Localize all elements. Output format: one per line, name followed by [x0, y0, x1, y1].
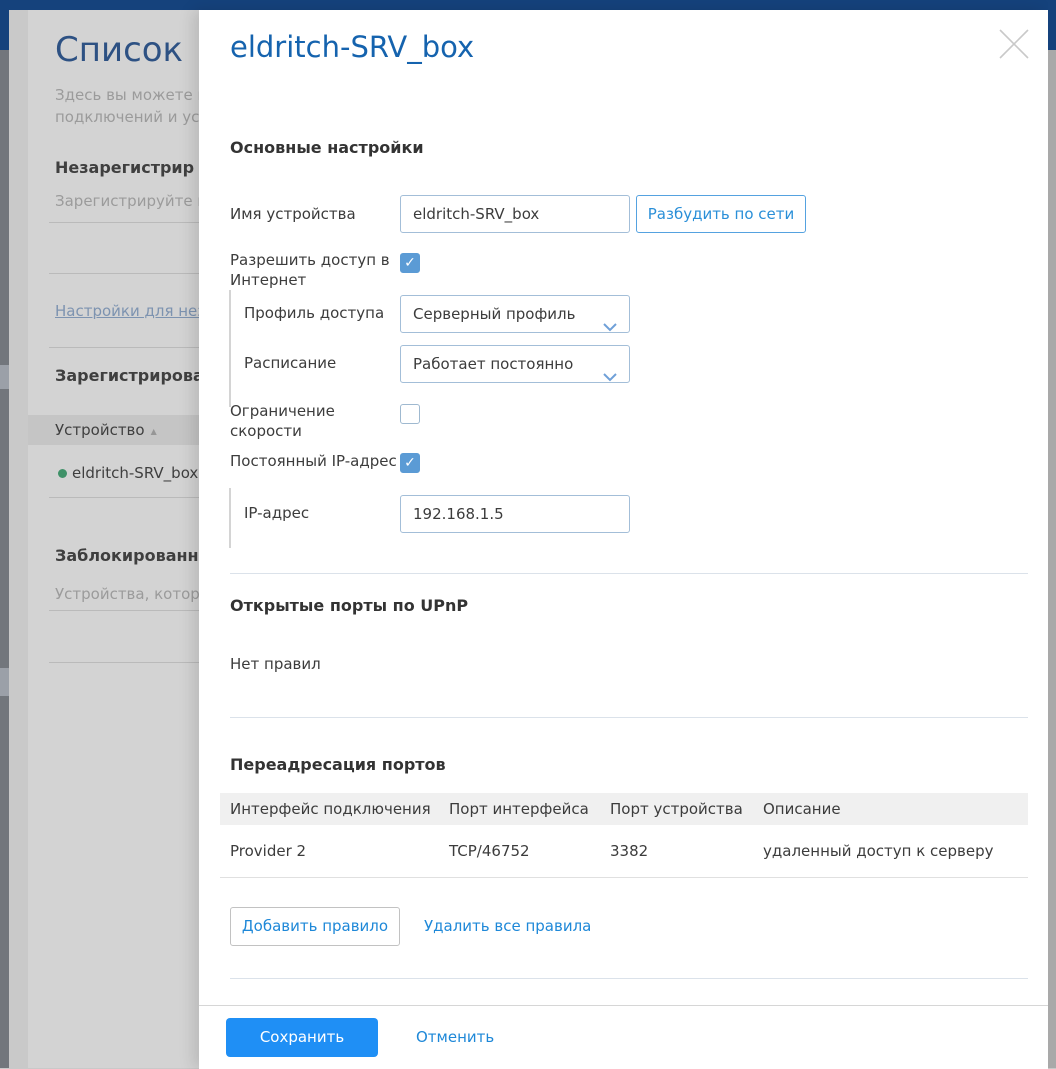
- access-profile-value: Серверный профиль: [413, 305, 576, 323]
- unregistered-settings-link[interactable]: Настройки для неза: [55, 302, 199, 320]
- divider: [49, 273, 199, 274]
- section-divider: [230, 978, 1028, 979]
- device-row-name[interactable]: eldritch-SRV_box: [72, 464, 198, 482]
- blocked-devices-text: Устройства, которы: [55, 585, 199, 603]
- page-title: Список: [55, 30, 184, 70]
- page-subtitle: Здесь вы можете по подключений и уст: [55, 84, 199, 128]
- page-subtitle-line1: Здесь вы можете по: [55, 86, 199, 104]
- left-sidebar-edge: [0, 10, 9, 1068]
- device-online-status-dot: [58, 469, 67, 478]
- divider: [49, 610, 199, 611]
- add-rule-button[interactable]: Добавить правило: [230, 907, 400, 946]
- divider: [49, 222, 199, 223]
- divider: [49, 497, 199, 498]
- access-profile-select[interactable]: Серверный профиль: [400, 295, 630, 333]
- panel-title: eldritch-SRV_box: [230, 30, 475, 64]
- indent-guide-line: [229, 488, 231, 548]
- column-header: Интерфейс подключения: [230, 800, 431, 818]
- section-divider: [230, 573, 1028, 574]
- internet-access-label: Разрешить доступ в Интернет: [230, 251, 390, 289]
- upnp-empty-text: Нет правил: [230, 655, 321, 673]
- device-name-input[interactable]: eldritch-SRV_box: [400, 195, 630, 233]
- sidebar-edge-notch: [0, 365, 9, 389]
- access-profile-label: Профиль доступа: [244, 304, 385, 322]
- column-header: Порт интерфейса: [449, 800, 589, 818]
- sort-ascending-icon: ▲: [150, 427, 157, 436]
- background-page-dimmed: Список Здесь вы можете по подключений и …: [9, 10, 199, 1068]
- schedule-value: Работает постоянно: [413, 355, 574, 373]
- device-table-header[interactable]: Устройство ▲: [28, 415, 199, 445]
- unregistered-devices-text: Зарегистрируйте ва: [55, 192, 199, 210]
- cancel-link[interactable]: Отменить: [416, 1018, 494, 1057]
- delete-all-rules-link[interactable]: Удалить все правила: [424, 907, 591, 946]
- chevron-down-icon: [603, 359, 617, 395]
- blocked-devices-heading: Заблокированн: [55, 546, 199, 565]
- indent-guide-line: [229, 290, 231, 407]
- scrollbar[interactable]: [1048, 0, 1056, 1068]
- panel-footer: Сохранить Отменить: [199, 1005, 1048, 1069]
- speed-limit-label: Ограничение скорости: [230, 402, 335, 440]
- static-ip-label: Постоянный IP-адрес: [230, 452, 397, 470]
- column-header: Порт устройства: [610, 800, 743, 818]
- table-header-row: Интерфейс подключения Порт интерфейса По…: [220, 793, 1028, 825]
- app-header-bar: [0, 0, 1056, 10]
- divider: [49, 347, 199, 348]
- close-icon[interactable]: [996, 26, 1032, 62]
- section-divider: [230, 717, 1028, 718]
- chevron-down-icon: [603, 309, 617, 345]
- scrollbar-top-cap: [1048, 0, 1056, 50]
- save-button[interactable]: Сохранить: [226, 1018, 378, 1057]
- upnp-heading: Открытые порты по UPnP: [230, 596, 469, 615]
- cell-description: удаленный доступ к серверу: [763, 842, 994, 860]
- static-ip-checkbox[interactable]: [400, 453, 420, 473]
- ip-address-label: IP-адрес: [244, 504, 310, 522]
- divider: [49, 662, 199, 663]
- cell-device-port: 3382: [610, 842, 649, 860]
- schedule-select[interactable]: Работает постоянно: [400, 345, 630, 383]
- ip-address-input[interactable]: 192.168.1.5: [400, 495, 630, 533]
- cell-interface: Provider 2: [230, 842, 307, 860]
- registered-devices-heading: Зарегистрирова: [55, 366, 199, 385]
- main-settings-heading: Основные настройки: [230, 138, 424, 157]
- table-row[interactable]: Provider 2 TCP/46752 3382 удаленный дост…: [220, 825, 1028, 878]
- device-column-label: Устройство: [55, 421, 145, 439]
- cell-interface-port: TCP/46752: [449, 842, 530, 860]
- port-forwarding-table: Интерфейс подключения Порт интерфейса По…: [220, 793, 1028, 878]
- page-subtitle-line2: подключений и уст: [55, 108, 199, 126]
- wake-on-lan-button[interactable]: Разбудить по сети: [636, 195, 806, 233]
- unregistered-devices-heading: Незарегистрир: [55, 158, 195, 177]
- port-forwarding-heading: Переадресация портов: [230, 755, 446, 774]
- device-settings-panel: eldritch-SRV_box Основные настройки Имя …: [199, 10, 1048, 1069]
- schedule-label: Расписание: [244, 354, 337, 372]
- sidebar-edge-notch: [0, 668, 9, 696]
- sidebar-edge-top: [0, 10, 9, 50]
- device-name-label: Имя устройства: [230, 205, 356, 223]
- internet-access-checkbox[interactable]: [400, 253, 420, 273]
- speed-limit-checkbox[interactable]: [400, 404, 420, 424]
- column-header: Описание: [763, 800, 841, 818]
